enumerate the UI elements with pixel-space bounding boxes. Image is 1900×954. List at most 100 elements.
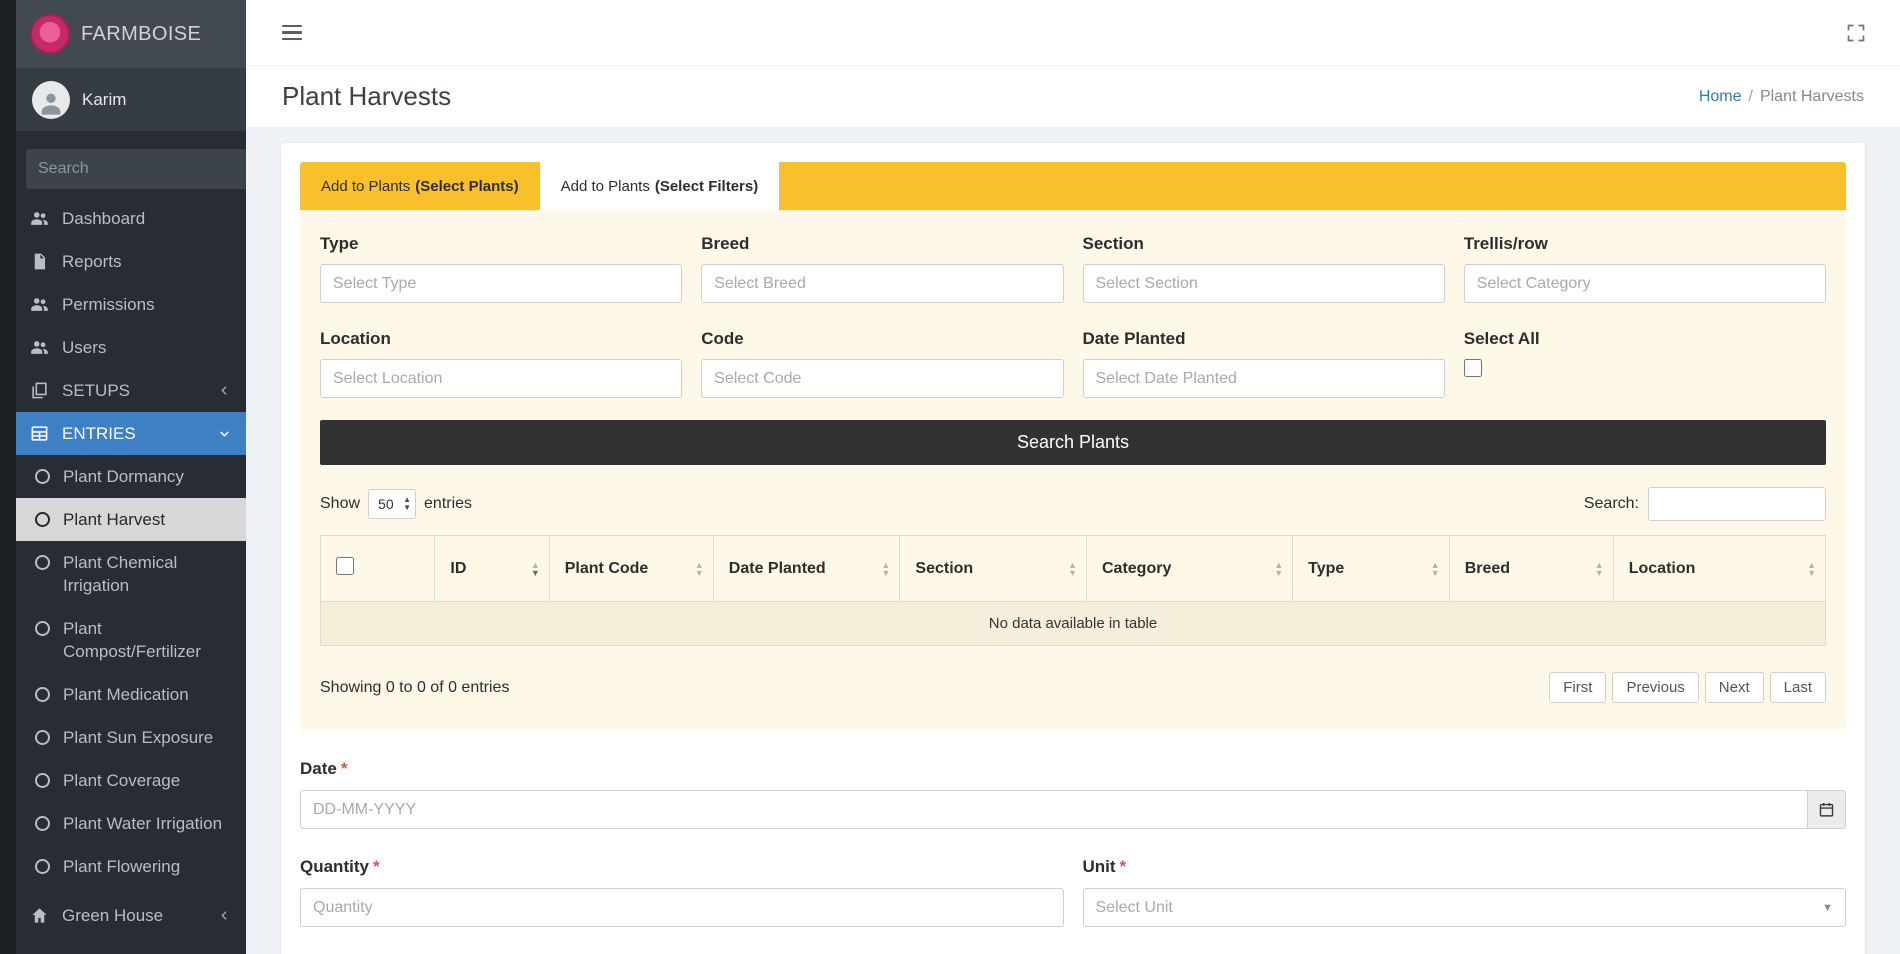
breadcrumb-current: Plant Harvests — [1760, 88, 1864, 106]
tab-label-bold: (Select Filters) — [655, 178, 758, 195]
filters-panel: Type Breed Section Trellis/row — [300, 210, 1846, 729]
sidebar-item-plant-chemical-irrigation[interactable]: Plant Chemical Irrigation — [16, 541, 246, 607]
search-label: Search: — [1584, 495, 1639, 513]
tab-select-filters[interactable]: Add to Plants (Select Filters) — [540, 162, 780, 210]
column-header-date-planted[interactable]: Date Planted ▲▼ — [713, 536, 900, 602]
filter-field-date-planted: Date Planted — [1083, 329, 1445, 398]
filter-field-section: Section — [1083, 234, 1445, 303]
chevron-left-icon — [217, 383, 232, 398]
sidebar-item-reports[interactable]: Reports — [16, 240, 246, 283]
brand[interactable]: FARMBOISE — [16, 0, 246, 68]
tab-label: Add to Plants — [321, 178, 410, 195]
table-search-input[interactable] — [1648, 487, 1826, 521]
sidebar-item-plant-water-irrigation[interactable]: Plant Water Irrigation — [16, 802, 246, 845]
type-input[interactable] — [320, 264, 682, 303]
breadcrumb: Home / Plant Harvests — [1699, 88, 1864, 106]
pagination: First Previous Next Last — [1543, 672, 1826, 703]
chevron-down-icon — [217, 426, 232, 441]
column-header-category[interactable]: Category ▲▼ — [1087, 536, 1293, 602]
sort-icon: ▲▼ — [1274, 561, 1283, 577]
filter-label: Location — [320, 329, 682, 349]
sidebar-item-setups[interactable]: SETUPS — [16, 369, 246, 412]
sidebar-search-input[interactable] — [26, 149, 246, 189]
sidebar-item-plant-compost-fertilizer[interactable]: Plant Compost/Fertilizer — [16, 607, 246, 673]
sidebar-item-plant-coverage[interactable]: Plant Coverage — [16, 759, 246, 802]
show-label: Show — [320, 495, 360, 513]
pagination-next-button[interactable]: Next — [1705, 672, 1764, 703]
code-input[interactable] — [701, 359, 1063, 398]
entries-label: entries — [424, 495, 472, 513]
table-select-all-checkbox[interactable] — [336, 557, 354, 575]
required-marker: * — [1120, 857, 1127, 876]
sort-icon: ▲▼ — [881, 561, 890, 577]
filter-label: Section — [1083, 234, 1445, 254]
tab-select-plants[interactable]: Add to Plants (Select Plants) — [300, 162, 540, 210]
date-input-group — [300, 790, 1846, 829]
pagination-last-button[interactable]: Last — [1770, 672, 1826, 703]
person-icon — [37, 89, 65, 117]
sidebar-search — [26, 149, 236, 189]
required-marker: * — [373, 857, 380, 876]
column-header-type[interactable]: Type ▲▼ — [1293, 536, 1450, 602]
trellis-row-input[interactable] — [1464, 264, 1826, 303]
date-planted-input[interactable] — [1083, 359, 1445, 398]
sidebar-item-label: Permissions — [62, 295, 155, 315]
filter-field-breed: Breed — [701, 234, 1063, 303]
submenu-item-label: Plant Medication — [63, 683, 189, 706]
quantity-input[interactable] — [300, 888, 1064, 927]
location-input[interactable] — [320, 359, 682, 398]
circle-icon — [35, 730, 50, 745]
page-length-select[interactable]: 50 — [368, 489, 416, 519]
filter-field-trellis-row: Trellis/row — [1464, 234, 1826, 303]
column-header-location[interactable]: Location ▲▼ — [1613, 536, 1825, 602]
datatable-controls: Show 50 ▲▼ entries Search: — [320, 487, 1826, 521]
sidebar-item-plant-sun-exposure[interactable]: Plant Sun Exposure — [16, 716, 246, 759]
copy-icon — [30, 381, 49, 400]
sidebar-item-dashboard[interactable]: Dashboard — [16, 197, 246, 240]
sidebar-section-configurations: CONFIGURATIONS — [16, 937, 246, 954]
user-panel: Karim — [16, 68, 246, 131]
filter-label: Breed — [701, 234, 1063, 254]
sidebar-toggle-button[interactable] — [276, 15, 308, 50]
sidebar-item-plant-dormancy[interactable]: Plant Dormancy — [16, 455, 246, 498]
empty-row: No data available in table — [321, 602, 1826, 646]
date-picker-button[interactable] — [1807, 790, 1846, 829]
sidebar-item-permissions[interactable]: Permissions — [16, 283, 246, 326]
pagination-first-button[interactable]: First — [1549, 672, 1606, 703]
column-header-breed[interactable]: Breed ▲▼ — [1449, 536, 1613, 602]
breadcrumb-home-link[interactable]: Home — [1699, 88, 1742, 106]
date-input[interactable] — [300, 790, 1807, 829]
pagination-previous-button[interactable]: Previous — [1612, 672, 1698, 703]
breed-input[interactable] — [701, 264, 1063, 303]
unit-label: Unit* — [1083, 857, 1847, 877]
circle-icon — [35, 859, 50, 874]
sidebar-item-entries[interactable]: ENTRIES — [16, 412, 246, 455]
column-header-checkbox — [321, 536, 435, 602]
circle-icon — [35, 687, 50, 702]
filter-field-code: Code — [701, 329, 1063, 398]
circle-icon — [35, 469, 50, 484]
fullscreen-button[interactable] — [1842, 19, 1870, 47]
filters-grid: Type Breed Section Trellis/row — [320, 234, 1826, 398]
submenu-item-label: Plant Chemical Irrigation — [63, 551, 232, 597]
sidebar-item-plant-flowering[interactable]: Plant Flowering — [16, 845, 246, 888]
top-navbar — [246, 0, 1900, 66]
plant-harvest-card: Add to Plants (Select Plants) Add to Pla… — [281, 143, 1865, 954]
required-marker: * — [341, 759, 348, 778]
tab-bar: Add to Plants (Select Plants) Add to Pla… — [300, 162, 1846, 210]
sidebar-item-green-house[interactable]: Green House — [16, 894, 246, 937]
sidebar-item-plant-medication[interactable]: Plant Medication — [16, 673, 246, 716]
column-header-section[interactable]: Section ▲▼ — [900, 536, 1087, 602]
search-plants-button[interactable]: Search Plants — [320, 420, 1826, 465]
section-input[interactable] — [1083, 264, 1445, 303]
column-header-plant-code[interactable]: Plant Code ▲▼ — [549, 536, 713, 602]
sidebar-item-plant-harvest[interactable]: Plant Harvest — [16, 498, 246, 541]
column-header-id[interactable]: ID ▲▼ — [435, 536, 549, 602]
user-avatar — [32, 81, 70, 119]
select-all-checkbox[interactable] — [1464, 359, 1482, 377]
unit-select[interactable]: Select Unit ▼ — [1083, 888, 1847, 927]
sidebar-item-label: ENTRIES — [62, 424, 136, 444]
main-area: Plant Harvests Home / Plant Harvests Add… — [246, 0, 1900, 954]
table-grid-icon — [30, 424, 49, 443]
sidebar-item-users[interactable]: Users — [16, 326, 246, 369]
